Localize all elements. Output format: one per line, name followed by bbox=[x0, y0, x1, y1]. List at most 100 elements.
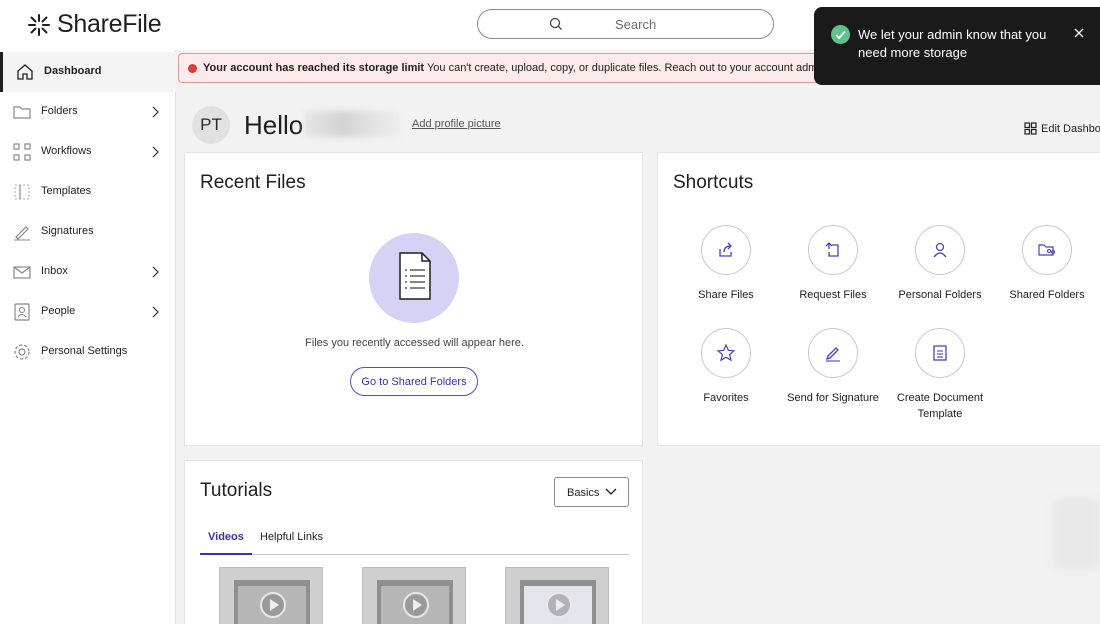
document-illustration bbox=[369, 233, 459, 323]
add-profile-picture-link[interactable]: Add profile picture bbox=[412, 118, 501, 130]
toast-notification: We let your admin know that you need mor… bbox=[814, 7, 1100, 85]
request-files-icon bbox=[825, 242, 839, 257]
tutorial-category-select[interactable]: Basics bbox=[554, 477, 629, 507]
shortcut-label: Send for Signature bbox=[787, 392, 879, 404]
shortcut-label: Favorites bbox=[703, 392, 749, 404]
avatar[interactable]: PT bbox=[192, 106, 230, 144]
greeting-hello: Hello bbox=[244, 110, 304, 140]
alert-title: Your account has reached its storage lim… bbox=[203, 62, 425, 74]
select-value: Basics bbox=[567, 487, 600, 499]
sidebar-item-inbox[interactable]: Inbox bbox=[0, 252, 176, 292]
close-icon[interactable] bbox=[1073, 27, 1085, 39]
sidebar-item-signatures[interactable]: Signatures bbox=[0, 212, 176, 252]
sidebar: Dashboard Folders Workflows Templates Si… bbox=[0, 50, 176, 624]
recent-files-card: Recent Files Files you recently accessed… bbox=[184, 152, 643, 446]
alert-message: Your account has reached its storage lim… bbox=[203, 62, 832, 74]
video-thumbnail[interactable] bbox=[362, 567, 466, 624]
grid-icon bbox=[1024, 122, 1037, 135]
tutorials-card: Tutorials Basics Videos Helpful Links bbox=[184, 460, 643, 624]
empty-state-text: Files you recently accessed will appear … bbox=[305, 337, 524, 349]
shortcut-create-document-template[interactable]: Create Document Template bbox=[885, 328, 995, 422]
logo-text: ShareFile bbox=[57, 10, 162, 38]
star-icon bbox=[716, 343, 736, 362]
chevron-right-icon bbox=[152, 306, 159, 318]
sidebar-item-label: Workflows bbox=[41, 145, 92, 157]
sidebar-item-workflows[interactable]: Workflows bbox=[0, 132, 176, 172]
shortcut-shared-folders[interactable]: Shared Folders bbox=[992, 225, 1100, 303]
sidebar-item-label: People bbox=[41, 305, 76, 317]
share-files-icon bbox=[719, 242, 732, 257]
video-thumbnail[interactable] bbox=[505, 567, 609, 624]
toast-message: We let your admin know that you need mor… bbox=[858, 27, 1047, 60]
alert-body: You can't create, upload, copy, or dupli… bbox=[424, 62, 833, 74]
shortcut-icon-circle bbox=[701, 225, 751, 275]
chevron-down-icon bbox=[605, 488, 617, 495]
check-circle-icon bbox=[831, 25, 850, 44]
home-icon bbox=[17, 64, 33, 80]
tutorial-tabs: Videos Helpful Links bbox=[200, 527, 629, 555]
shared-folder-icon bbox=[1038, 244, 1055, 256]
chevron-right-icon bbox=[152, 266, 159, 278]
shortcut-icon-circle bbox=[1022, 225, 1072, 275]
edit-dashboard-button[interactable]: Edit Dashbo bbox=[1024, 122, 1100, 135]
check-icon bbox=[835, 30, 846, 40]
shortcut-icon-circle bbox=[915, 328, 965, 378]
search-icon bbox=[549, 17, 562, 30]
document-icon bbox=[399, 252, 431, 300]
shortcut-favorites[interactable]: Favorites bbox=[671, 328, 781, 406]
blurred-user-name bbox=[304, 111, 400, 137]
shortcuts-title: Shortcuts bbox=[673, 172, 754, 193]
shortcut-personal-folders[interactable]: Personal Folders bbox=[885, 225, 995, 303]
shortcut-label: Personal Folders bbox=[898, 289, 982, 301]
sidebar-item-label: Personal Settings bbox=[41, 345, 128, 357]
error-icon bbox=[188, 64, 197, 73]
template-icon bbox=[14, 184, 30, 200]
go-to-shared-folders-button[interactable]: Go to Shared Folders bbox=[350, 367, 478, 396]
person-icon bbox=[933, 242, 947, 258]
sidebar-item-label: Inbox bbox=[41, 265, 68, 277]
blurred-element bbox=[1054, 498, 1100, 570]
shortcut-icon-circle bbox=[808, 328, 858, 378]
search-input[interactable]: Search bbox=[477, 9, 774, 39]
shortcut-icon-circle bbox=[701, 328, 751, 378]
shortcut-icon-circle bbox=[915, 225, 965, 275]
shortcut-label: Create Document Template bbox=[896, 392, 984, 420]
edit-dashboard-label: Edit Dashbo bbox=[1041, 122, 1100, 135]
sidebar-item-people[interactable]: People bbox=[0, 292, 176, 332]
play-icon bbox=[546, 592, 572, 618]
document-template-icon bbox=[933, 345, 947, 361]
sidebar-item-label: Folders bbox=[41, 105, 78, 117]
shortcut-label: Request Files bbox=[799, 289, 867, 301]
sharefile-logo[interactable]: ShareFile bbox=[27, 10, 162, 39]
play-icon bbox=[260, 592, 286, 618]
sidebar-item-personal-settings[interactable]: Personal Settings bbox=[0, 332, 176, 372]
video-thumbnail[interactable] bbox=[219, 567, 323, 624]
recent-files-title: Recent Files bbox=[200, 172, 306, 193]
sidebar-item-label: Templates bbox=[41, 185, 92, 197]
shortcut-label: Shared Folders bbox=[1009, 289, 1085, 301]
chevron-right-icon bbox=[152, 146, 159, 158]
signature-icon bbox=[14, 226, 30, 241]
folder-icon bbox=[13, 106, 31, 119]
shortcut-label: Share Files bbox=[698, 289, 754, 301]
sidebar-item-folders[interactable]: Folders bbox=[0, 92, 176, 132]
tab-videos[interactable]: Videos bbox=[200, 531, 252, 555]
sharefile-logo-icon bbox=[28, 13, 50, 36]
gear-icon bbox=[14, 344, 30, 360]
sidebar-item-templates[interactable]: Templates bbox=[0, 172, 176, 212]
tab-helpful-links[interactable]: Helpful Links bbox=[260, 531, 323, 555]
pen-icon bbox=[825, 347, 840, 362]
shortcut-icon-circle bbox=[808, 225, 858, 275]
inbox-icon bbox=[13, 266, 31, 279]
shortcuts-card: Shortcuts Share Files Request Files Pers… bbox=[657, 152, 1100, 446]
sidebar-item-label: Dashboard bbox=[44, 65, 102, 77]
shortcut-send-for-signature[interactable]: Send for Signature bbox=[778, 328, 888, 406]
workflow-icon bbox=[13, 143, 31, 161]
shortcut-request-files[interactable]: Request Files bbox=[778, 225, 888, 303]
sidebar-item-label: Signatures bbox=[41, 225, 94, 237]
sidebar-item-dashboard[interactable]: Dashboard bbox=[0, 52, 176, 92]
search-placeholder: Search bbox=[615, 17, 657, 32]
shortcut-share-files[interactable]: Share Files bbox=[671, 225, 781, 303]
play-icon bbox=[403, 592, 429, 618]
tutorials-title: Tutorials bbox=[200, 480, 273, 501]
